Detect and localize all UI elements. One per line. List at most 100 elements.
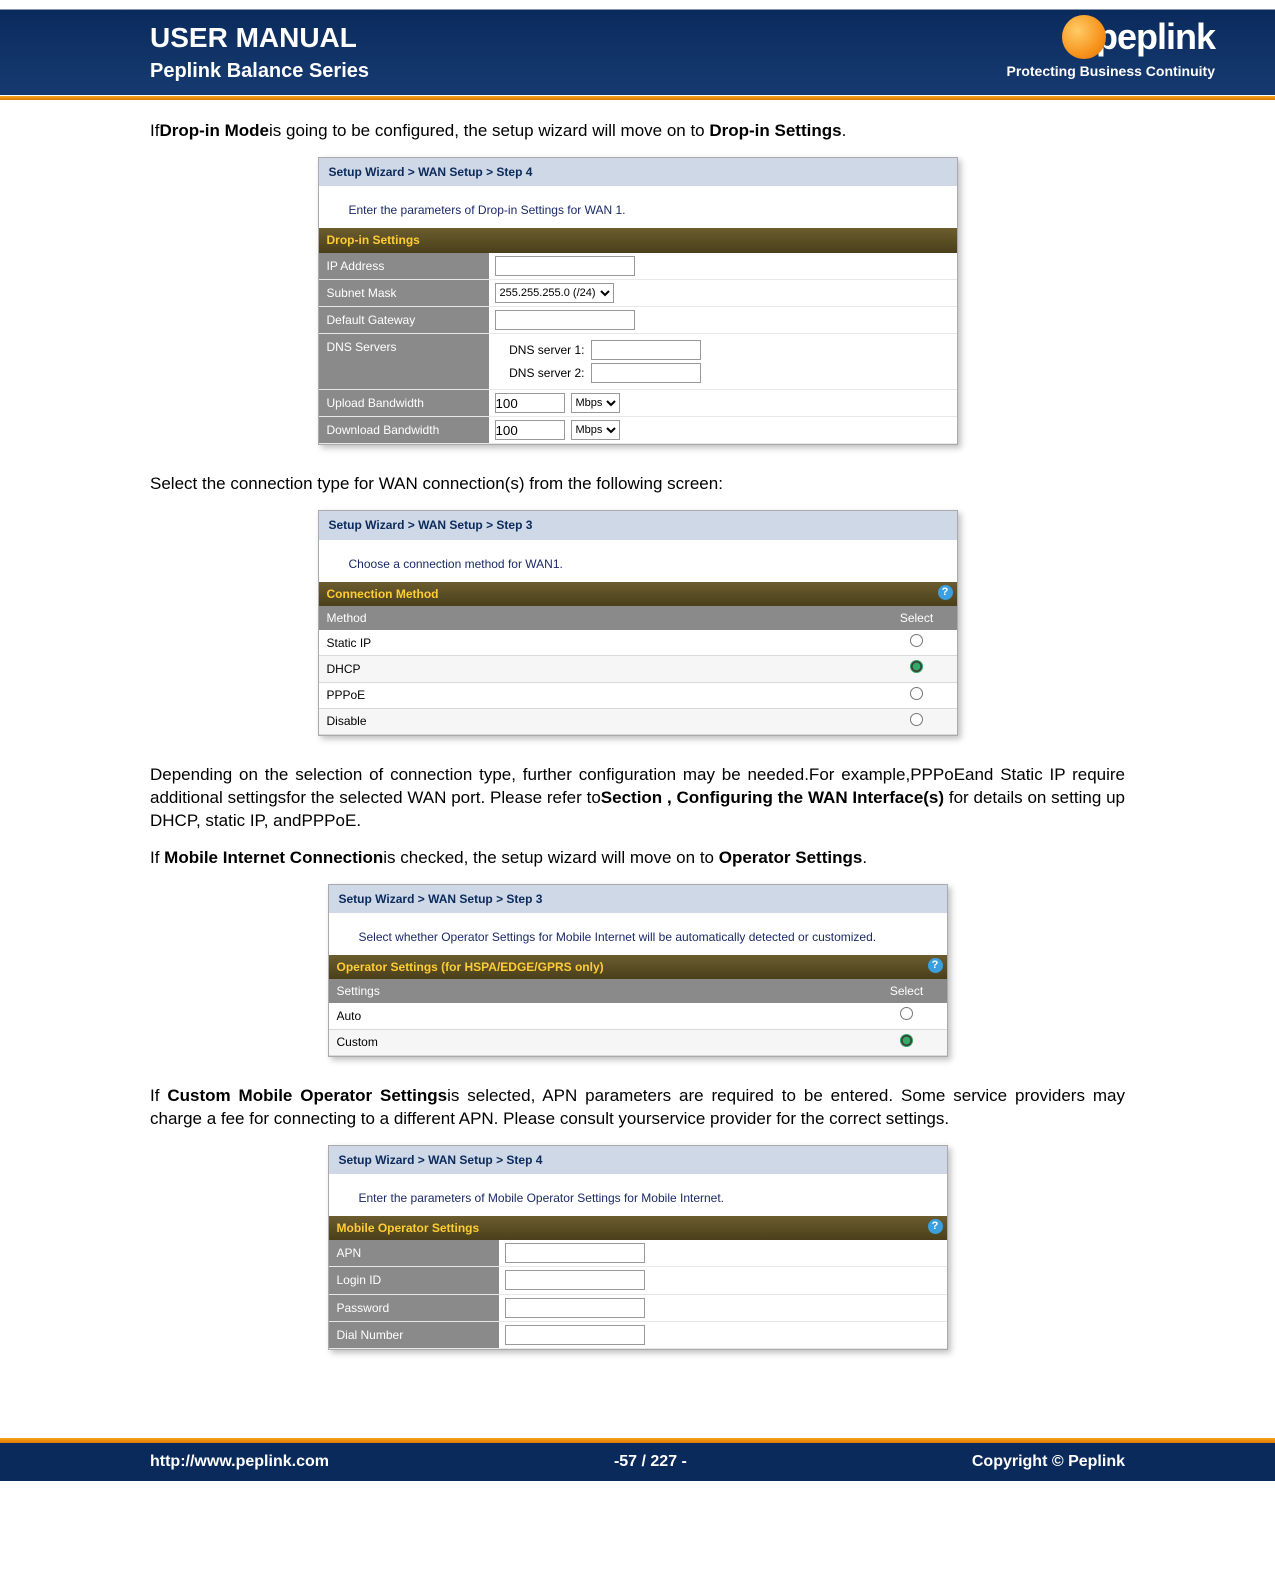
radio-auto[interactable] [900, 1007, 913, 1020]
operator-settings-table: Settings Select Auto Custom [329, 979, 947, 1056]
th-select: Select [877, 606, 957, 630]
label-ip-address: IP Address [319, 253, 489, 279]
connection-method-table: Method Select Static IP DHCP PPPoE Disab… [319, 606, 957, 735]
label-upload-bandwidth: Upload Bandwidth [319, 390, 489, 416]
table-row: Custom [329, 1029, 947, 1055]
help-icon[interactable]: ? [938, 585, 953, 600]
dns-stack: DNS server 1: DNS server 2: [495, 337, 701, 386]
label-dns-servers: DNS Servers [319, 334, 489, 389]
th-select: Select [867, 979, 947, 1003]
radio-disable[interactable] [910, 713, 923, 726]
cell-method: DHCP [319, 656, 877, 682]
row-apn: APN [329, 1240, 947, 1267]
figure-connection-method: Setup Wizard > WAN Setup > Step 3 Choose… [318, 510, 958, 736]
row-login-id: Login ID [329, 1267, 947, 1294]
section-title: Mobile Operator Settings [337, 1221, 480, 1235]
label-dns1: DNS server 1: [495, 342, 585, 358]
input-download-bandwidth[interactable] [495, 420, 565, 440]
input-password[interactable] [505, 1298, 645, 1318]
row-default-gateway: Default Gateway [319, 307, 957, 334]
section-title: Operator Settings (for HSPA/EDGE/GPRS on… [337, 960, 604, 974]
wizard-instruction: Enter the parameters of Mobile Operator … [329, 1174, 947, 1216]
wizard-breadcrumb: Setup Wizard > WAN Setup > Step 4 [329, 1146, 947, 1174]
th-settings: Settings [329, 979, 867, 1003]
label-download-bandwidth: Download Bandwidth [319, 417, 489, 443]
table-row: PPPoE [319, 682, 957, 708]
row-password: Password [329, 1295, 947, 1322]
paragraph-5: If Custom Mobile Operator Settingsis sel… [150, 1085, 1125, 1131]
table-row: DHCP [319, 656, 957, 682]
wizard-breadcrumb: Setup Wizard > WAN Setup > Step 3 [319, 511, 957, 539]
section-header-dropin: Drop-in Settings [319, 228, 957, 252]
cell-method: PPPoE [319, 682, 877, 708]
wizard-breadcrumb: Setup Wizard > WAN Setup > Step 4 [319, 158, 957, 186]
cell-setting: Auto [329, 1003, 867, 1029]
text-bold: Custom Mobile Operator Settings [167, 1086, 447, 1105]
section-header-connection-method: Connection Method ? [319, 582, 957, 606]
footer-url: http://www.peplink.com [150, 1453, 329, 1471]
row-download-bandwidth: Download Bandwidth Mbps [319, 417, 957, 444]
text: is checked, the setup wizard will move o… [383, 848, 718, 867]
label-apn: APN [329, 1240, 499, 1266]
help-icon[interactable]: ? [928, 1219, 943, 1234]
text-bold: Mobile Internet Connection [164, 848, 383, 867]
wizard-breadcrumb: Setup Wizard > WAN Setup > Step 3 [329, 885, 947, 913]
text-bold: Drop-in Mode [159, 121, 269, 140]
figure-operator-settings: Setup Wizard > WAN Setup > Step 3 Select… [328, 884, 948, 1057]
label-dial-number: Dial Number [329, 1322, 499, 1348]
input-upload-bandwidth[interactable] [495, 393, 565, 413]
input-apn[interactable] [505, 1243, 645, 1263]
table-row: Auto [329, 1003, 947, 1029]
label-dns2: DNS server 2: [495, 365, 585, 381]
text: If [150, 1086, 167, 1105]
label-subnet-mask: Subnet Mask [319, 280, 489, 306]
radio-custom[interactable] [900, 1034, 913, 1047]
section-title: Connection Method [327, 587, 439, 601]
label-login-id: Login ID [329, 1267, 499, 1293]
text-bold: Section , Configuring the WAN Interface(… [601, 788, 944, 807]
text-bold: Operator Settings [719, 848, 863, 867]
input-ip-address[interactable] [495, 256, 635, 276]
manual-subtitle: Peplink Balance Series [150, 60, 369, 83]
text: is going to be configured, the setup wiz… [269, 121, 709, 140]
table-row: Static IP [319, 630, 957, 656]
help-icon[interactable]: ? [928, 958, 943, 973]
input-default-gateway[interactable] [495, 310, 635, 330]
brand-tagline: Protecting Business Continuity [1007, 63, 1215, 79]
paragraph-4: If Mobile Internet Connectionis checked,… [150, 847, 1125, 870]
text-bold: Drop-in Settings [709, 121, 841, 140]
brand-text: peplink [1096, 16, 1215, 57]
label-password: Password [329, 1295, 499, 1321]
paragraph-3: Depending on the selection of connection… [150, 764, 1125, 833]
radio-pppoe[interactable] [910, 687, 923, 700]
footer-copyright: Copyright © Peplink [972, 1453, 1125, 1471]
intro-paragraph-2: Select the connection type for WAN conne… [150, 473, 1125, 496]
wizard-instruction: Choose a connection method for WAN1. [319, 540, 957, 582]
table-row: Disable [319, 708, 957, 734]
row-subnet-mask: Subnet Mask 255.255.255.0 (/24) [319, 280, 957, 307]
text: . [842, 121, 847, 140]
text: If [150, 848, 164, 867]
logo-orb-icon [1062, 15, 1106, 59]
intro-paragraph-1: IfDrop-in Modeis going to be configured,… [150, 120, 1125, 143]
input-login-id[interactable] [505, 1270, 645, 1290]
select-download-unit[interactable]: Mbps [571, 420, 620, 440]
brand-wordmark: peplink [1062, 16, 1215, 61]
section-header-mobile-operator: Mobile Operator Settings ? [329, 1216, 947, 1240]
radio-static-ip[interactable] [910, 634, 923, 647]
radio-dhcp[interactable] [910, 660, 923, 673]
section-header-operator-settings: Operator Settings (for HSPA/EDGE/GPRS on… [329, 955, 947, 979]
input-dial-number[interactable] [505, 1325, 645, 1345]
input-dns2[interactable] [591, 363, 701, 383]
wizard-instruction: Enter the parameters of Drop-in Settings… [319, 186, 957, 228]
select-upload-unit[interactable]: Mbps [571, 393, 620, 413]
label-default-gateway: Default Gateway [319, 307, 489, 333]
cell-method: Static IP [319, 630, 877, 656]
input-dns1[interactable] [591, 340, 701, 360]
wizard-instruction: Select whether Operator Settings for Mob… [329, 913, 947, 955]
th-method: Method [319, 606, 877, 630]
page-header: USER MANUAL Peplink Balance Series pepli… [0, 0, 1275, 95]
footer-page-number: -57 / 227 - [329, 1453, 972, 1471]
select-subnet-mask[interactable]: 255.255.255.0 (/24) [495, 283, 614, 303]
page-footer: http://www.peplink.com -57 / 227 - Copyr… [0, 1443, 1275, 1481]
